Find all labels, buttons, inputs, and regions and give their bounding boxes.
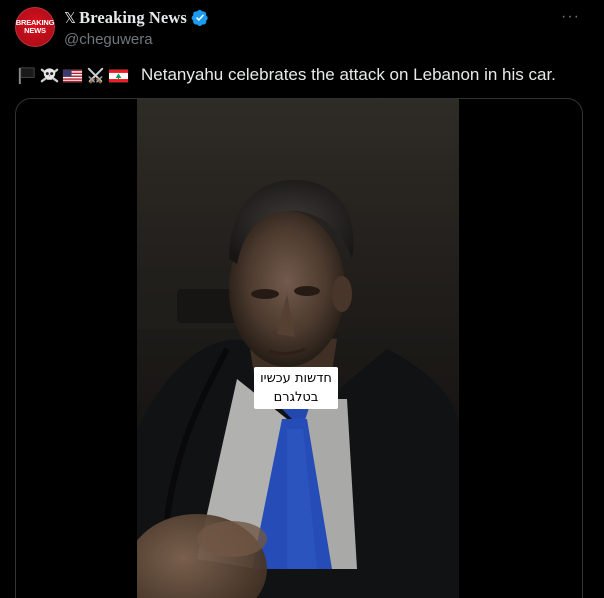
handle[interactable]: @cheguwera xyxy=(64,31,153,48)
caption-line-1: חדשות עכשיו xyxy=(260,371,332,386)
us-flag-icon xyxy=(62,69,83,82)
video-player[interactable]: חדשות עכשיו בטלגרם xyxy=(15,98,583,598)
avatar-text-line2: NEWS xyxy=(24,26,46,35)
video-frame[interactable]: חדשות עכשיו בטלגרם xyxy=(137,99,459,598)
video-still-image xyxy=(137,99,459,598)
avatar[interactable]: BREAKING NEWS xyxy=(15,7,55,47)
display-name[interactable]: Breaking News xyxy=(79,8,187,28)
crossed-swords-icon xyxy=(87,67,104,83)
lebanon-flag-icon xyxy=(108,69,129,82)
black-flag-icon xyxy=(18,66,35,84)
skull-and-crossbones-icon xyxy=(40,67,59,82)
verified-badge-icon xyxy=(191,9,208,27)
video-watermark-caption: חדשות עכשיו בטלגרם xyxy=(254,367,338,409)
tweet-text: Netanyahu celebrates the attack on Leban… xyxy=(16,62,556,88)
tweet: BREAKING NEWS 𝕏 Breaking News @cheguwera… xyxy=(0,0,604,598)
x-logo-icon: 𝕏 xyxy=(64,9,77,27)
tweet-body-text: Netanyahu celebrates the attack on Leban… xyxy=(141,65,556,84)
author-row: 𝕏 Breaking News xyxy=(64,8,209,28)
caption-line-2: בטלגרם xyxy=(273,390,319,405)
more-options-icon[interactable]: ··· xyxy=(561,9,580,25)
